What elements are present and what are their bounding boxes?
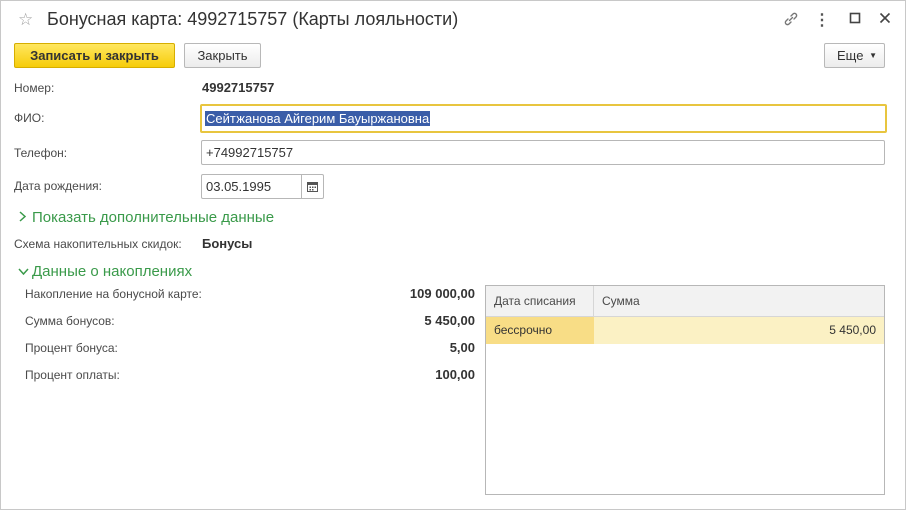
scheme-value[interactable]: Бонусы	[202, 236, 252, 251]
show-extra-data-label: Показать дополнительные данные	[32, 209, 275, 226]
column-header-date[interactable]: Дата списания	[486, 286, 594, 316]
table-cell-date: бессрочно	[486, 317, 594, 344]
column-header-sum[interactable]: Сумма	[594, 286, 884, 316]
more-icon[interactable]: ⋮	[813, 10, 831, 30]
accumulation-group-label: Данные о накоплениях	[32, 263, 193, 280]
scheme-label: Схема накопительных скидок:	[14, 237, 182, 251]
dropdown-arrow-icon: ▼	[869, 51, 877, 60]
fio-field[interactable]: Сейтжанова Айгерим Бауыржановна	[200, 104, 887, 133]
chevron-right-icon	[18, 209, 32, 225]
maximize-icon[interactable]	[846, 11, 864, 27]
number-label: Номер:	[14, 81, 55, 95]
link-icon[interactable]	[782, 11, 800, 30]
table-cell-sum: 5 450,00	[829, 323, 876, 337]
more-button-label: Еще	[837, 48, 864, 63]
accumulation-group-toggle[interactable]: Данные о накоплениях	[18, 263, 192, 280]
birth-date-label: Дата рождения:	[14, 179, 102, 193]
show-extra-data-link[interactable]: Показать дополнительные данные	[18, 209, 274, 226]
fio-label: ФИО:	[14, 111, 45, 125]
bonus-percent-label: Процент бонуса:	[25, 341, 118, 355]
payment-percent-label: Процент оплаты:	[25, 368, 120, 382]
bonus-writeoff-table[interactable]: Дата списания Сумма бессрочно 5 450,00	[485, 285, 885, 495]
save-and-close-button[interactable]: Записать и закрыть	[14, 43, 175, 68]
bonus-sum-label: Сумма бонусов:	[25, 314, 115, 328]
payment-percent-value: 100,00	[435, 367, 475, 382]
birth-date-field[interactable]: 03.05.1995	[201, 174, 324, 199]
form-window: ☆ Бонусная карта: 4992715757 (Карты лоял…	[0, 0, 906, 510]
more-button[interactable]: Еще ▼	[824, 43, 885, 68]
phone-label: Телефон:	[14, 146, 68, 160]
calendar-icon[interactable]	[301, 175, 323, 198]
table-row[interactable]: бессрочно 5 450,00	[486, 317, 884, 344]
table-header: Дата списания Сумма	[486, 286, 884, 317]
accumulation-total-label: Накопление на бонусной карте:	[25, 287, 202, 301]
bonus-percent-value: 5,00	[449, 340, 475, 355]
bonus-sum-value: 5 450,00	[424, 313, 475, 328]
accumulation-total-value: 109 000,00	[409, 286, 475, 301]
birth-date-value: 03.05.1995	[206, 179, 272, 194]
window-title: Бонусная карта: 4992715757 (Карты лояльн…	[47, 9, 459, 29]
phone-field[interactable]: +74992715757	[201, 140, 885, 165]
close-icon[interactable]	[876, 11, 894, 27]
chevron-down-icon	[18, 263, 32, 279]
fio-value: Сейтжанова Айгерим Бауыржановна	[205, 111, 431, 126]
star-icon[interactable]: ☆	[18, 10, 33, 30]
close-button[interactable]: Закрыть	[184, 43, 261, 68]
number-value: 4992715757	[202, 80, 275, 95]
